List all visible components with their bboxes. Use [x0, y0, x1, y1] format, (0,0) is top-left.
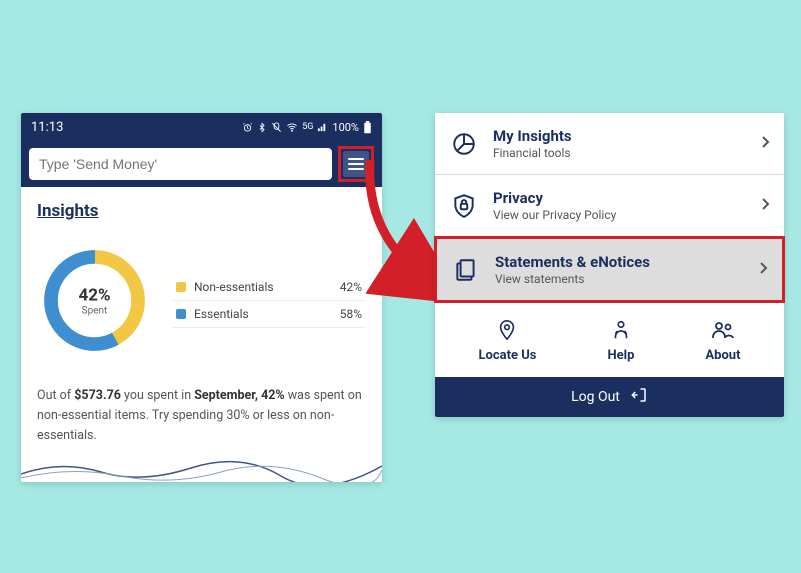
insight-summary-text: Out of $573.76 you spent in September, 4… — [37, 386, 366, 446]
spending-chart-row: 42% Spent Non-essentials 42% Essentials — [37, 243, 366, 358]
menu-subtitle: Financial tools — [493, 146, 746, 160]
search-input[interactable] — [29, 148, 332, 180]
logout-button[interactable]: Log Out — [435, 377, 784, 417]
menu-title: Statements & eNotices — [495, 253, 744, 271]
hamburger-highlight — [338, 146, 374, 182]
quick-help[interactable]: Help — [607, 318, 634, 363]
people-icon — [711, 318, 735, 342]
chevron-right-icon — [760, 135, 770, 153]
legend-label: Non-essentials — [194, 280, 274, 294]
mute-icon — [271, 122, 282, 133]
quick-label: Help — [607, 348, 634, 363]
battery-percent: 100% — [332, 121, 359, 134]
legend-row: Essentials 58% — [172, 301, 366, 328]
status-time: 11:13 — [31, 120, 63, 135]
hamburger-menu-button[interactable] — [343, 151, 369, 177]
quick-about[interactable]: About — [705, 318, 740, 363]
menu-panel: My Insights Financial tools Privacy View… — [435, 113, 784, 417]
menu-item-privacy[interactable]: Privacy View our Privacy Policy — [435, 175, 784, 237]
legend-value: 58% — [340, 307, 362, 321]
logout-icon — [630, 386, 648, 408]
location-pin-icon — [495, 318, 519, 342]
menu-title: Privacy — [493, 189, 746, 207]
chevron-right-icon — [758, 261, 768, 279]
shield-lock-icon — [449, 191, 479, 221]
bluetooth-icon — [257, 122, 267, 133]
quick-actions-row: Locate Us Help About — [435, 302, 784, 377]
insights-heading[interactable]: Insights — [37, 201, 366, 221]
menu-subtitle: View statements — [495, 272, 744, 286]
donut-label: Spent — [78, 305, 110, 316]
logout-label: Log Out — [571, 389, 620, 405]
status-bar: 11:13 5G 100% — [21, 113, 382, 141]
legend-swatch — [176, 309, 186, 319]
legend-row: Non-essentials 42% — [172, 274, 366, 301]
quick-label: Locate Us — [478, 348, 536, 363]
battery-icon — [363, 121, 372, 134]
nav-bar — [21, 141, 382, 187]
donut-percent: 42% — [78, 285, 110, 305]
chevron-right-icon — [760, 197, 770, 215]
signal-icon — [317, 122, 328, 133]
quick-locate-us[interactable]: Locate Us — [478, 318, 536, 363]
help-person-icon — [609, 318, 633, 342]
network-type: 5G — [302, 122, 313, 132]
spending-donut-chart: 42% Spent — [37, 243, 152, 358]
legend-swatch — [176, 282, 186, 292]
menu-subtitle: View our Privacy Policy — [493, 208, 746, 222]
documents-icon — [451, 255, 481, 285]
quick-label: About — [705, 348, 740, 363]
insights-phone-screenshot: 11:13 5G 100% — [21, 113, 382, 482]
legend-value: 42% — [340, 280, 362, 294]
alarm-icon — [242, 122, 253, 133]
wave-decoration — [21, 456, 382, 482]
menu-title: My Insights — [493, 127, 746, 145]
wifi-icon — [286, 122, 298, 133]
menu-item-statements-highlight[interactable]: Statements & eNotices View statements — [434, 236, 785, 303]
menu-item-my-insights[interactable]: My Insights Financial tools — [435, 113, 784, 175]
legend-label: Essentials — [194, 307, 249, 321]
chart-legend: Non-essentials 42% Essentials 58% — [172, 274, 366, 328]
pie-chart-icon — [449, 129, 479, 159]
